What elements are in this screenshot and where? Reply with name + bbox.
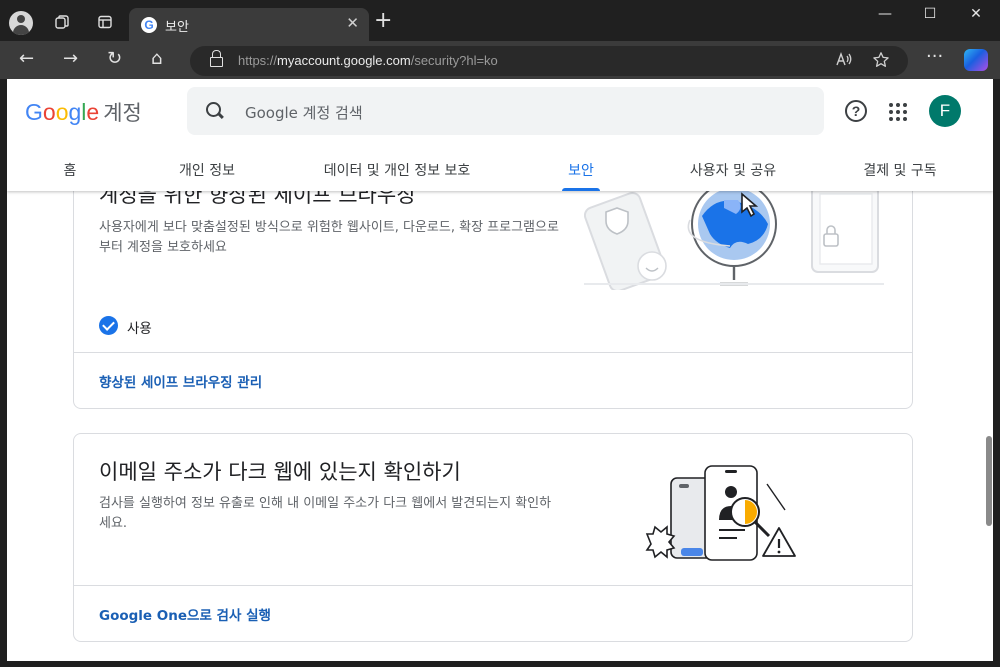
account-tabs: 홈 개인 정보 데이터 및 개인 정보 보호 보안 사용자 및 공유 결제 및 …: [7, 158, 993, 191]
minimize-button[interactable]: —: [862, 6, 908, 28]
tab-home[interactable]: 홈: [64, 160, 77, 180]
logo-letter: g: [68, 99, 82, 125]
new-tab-button[interactable]: +: [374, 10, 392, 32]
help-icon[interactable]: ?: [845, 100, 867, 122]
logo-letter: o: [55, 99, 69, 125]
tab-payments-subscriptions[interactable]: 결제 및 구독: [863, 160, 936, 180]
google-apps-icon[interactable]: [889, 103, 907, 121]
copilot-icon[interactable]: [964, 49, 988, 71]
google-favicon-icon: G: [141, 17, 157, 33]
safe-browsing-illustration: [584, 181, 884, 290]
forward-button[interactable]: →: [63, 49, 78, 69]
url-host: myaccount.google.com: [277, 53, 411, 68]
manage-safe-browsing-link[interactable]: 향상된 세이프 브라우징 관리: [99, 371, 262, 391]
run-dark-web-scan-link[interactable]: Google One으로 검사 실행: [99, 604, 271, 624]
tab-security[interactable]: 보안: [568, 160, 594, 180]
logo-letter: e: [86, 99, 100, 125]
safe-browsing-status: 사용: [127, 321, 152, 337]
profile-icon[interactable]: [9, 11, 33, 35]
dark-web-title: 이메일 주소가 다크 웹에 있는지 확인하기: [99, 460, 461, 484]
url-path: /security?hl=ko: [410, 53, 498, 68]
navigation-bar: ← → ↻ ⌂ https://myaccount.google.com/sec…: [0, 41, 1000, 79]
divider: [74, 585, 912, 586]
url-scheme: https://: [238, 53, 278, 68]
home-button[interactable]: ⌂: [151, 49, 162, 69]
logo-letter: G: [25, 99, 43, 125]
address-bar[interactable]: https://myaccount.google.com/security?hl…: [190, 46, 908, 76]
avatar[interactable]: F: [929, 95, 961, 127]
workspaces-icon[interactable]: [48, 8, 76, 36]
google-account-logo[interactable]: Google 계정: [25, 97, 142, 127]
search-icon: [205, 101, 225, 121]
dark-web-illustration: [645, 465, 796, 561]
check-circle-icon: [99, 316, 118, 335]
tab-title: 보안: [165, 20, 189, 35]
title-bar: G 보안 ✕ + — ☐ ✕: [0, 0, 1000, 41]
more-menu-button[interactable]: ···: [926, 47, 943, 67]
lock-icon[interactable]: [210, 50, 223, 67]
safe-browsing-description: 사용자에게 보다 맞춤설정된 방식으로 위험한 웹사이트, 다운로드, 확장 프…: [99, 220, 559, 255]
account-search-box[interactable]: Google 계정 검색: [187, 87, 824, 135]
account-label: 계정: [103, 101, 142, 125]
search-placeholder: Google 계정 검색: [245, 104, 363, 122]
tab-data-privacy[interactable]: 데이터 및 개인 정보 보호: [324, 160, 471, 180]
read-aloud-icon[interactable]: [835, 51, 853, 71]
browser-tab[interactable]: G 보안 ✕: [129, 8, 369, 41]
close-window-button[interactable]: ✕: [953, 6, 999, 28]
close-tab-icon[interactable]: ✕: [346, 14, 359, 32]
account-header: Google 계정 Google 계정 검색 ? F 홈 개인 정보 데이터 및 …: [7, 79, 993, 191]
tab-actions-icon[interactable]: [91, 8, 119, 36]
logo-letter: o: [42, 99, 56, 125]
tab-personal-info[interactable]: 개인 정보: [179, 160, 235, 180]
favorite-star-icon[interactable]: [872, 51, 890, 73]
back-button[interactable]: ←: [19, 49, 34, 69]
scrollbar-thumb[interactable]: [986, 436, 992, 526]
page-viewport: 계정을 위한 향상된 세이프 브라우징 사용자에게 보다 맞춤설정된 방식으로 …: [7, 79, 993, 661]
dark-web-description: 검사를 실행하여 정보 유출로 인해 내 이메일 주소가 다크 웹에서 발견되는…: [99, 496, 552, 531]
tab-people-sharing[interactable]: 사용자 및 공유: [690, 160, 776, 180]
active-tab-indicator: [562, 188, 600, 191]
dark-web-card: 이메일 주소가 다크 웹에 있는지 확인하기 검사를 실행하여 정보 유출로 인…: [73, 433, 913, 642]
maximize-button[interactable]: ☐: [907, 6, 953, 28]
reload-button[interactable]: ↻: [107, 49, 122, 69]
url-text[interactable]: https://myaccount.google.com/security?hl…: [238, 53, 498, 68]
divider: [74, 352, 912, 353]
